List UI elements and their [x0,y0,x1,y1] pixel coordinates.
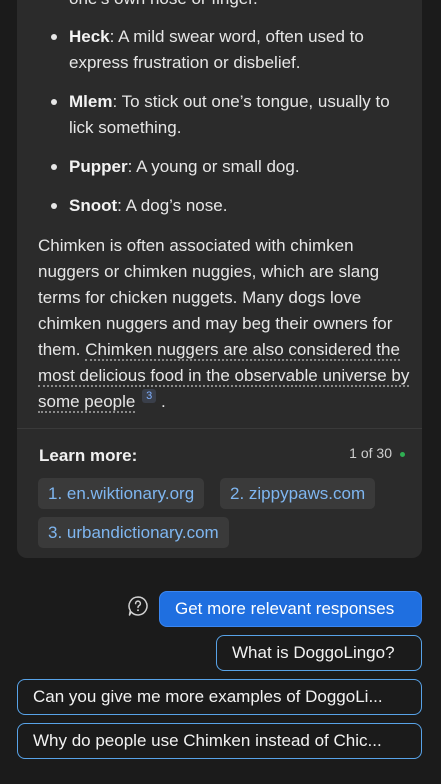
source-link-2[interactable]: 2. zippypaws.com [220,478,376,509]
citation-marker[interactable]: 3 [142,389,157,403]
list-item-mlem: Mlem: To stick out one’s tongue, usually… [51,89,405,141]
definition: : To stick out one’s tongue, usually to … [69,92,390,137]
response-counter: 1 of 30 [349,445,392,461]
response-card: one’s own nose or finger. Heck: A mild s… [17,0,422,558]
get-relevant-responses-button[interactable]: Get more relevant responses [159,591,422,627]
definition: : A mild swear word, often used to expre… [69,27,364,72]
source-link-3[interactable]: 3. urbandictionary.com [38,517,229,548]
cited-sentence[interactable]: Chimken nuggers are also considered the … [38,340,410,413]
suggestion-why-chimken[interactable]: Why do people use Chimken instead of Chi… [17,723,422,759]
source-link-1[interactable]: 1. en.wiktionary.org [38,478,205,509]
term: Mlem [69,92,113,111]
response-paragraph: Chimken is often associated with chimken… [38,233,413,415]
bullet-dot [51,99,57,105]
bullet-dot [51,203,57,209]
status-dot [400,452,405,457]
term: Pupper [69,157,128,176]
question-bubble-icon[interactable] [127,595,149,617]
bullet-dot [51,34,57,40]
partial-line-text: one’s own nose or finger. [69,0,258,8]
suggestion-more-examples[interactable]: Can you give me more examples of DoggoLi… [17,679,422,715]
list-item-heck: Heck: A mild swear word, often used to e… [51,24,405,76]
learn-more-label: Learn more: [39,446,138,465]
list-item-snoot: Snoot: A dog’s nose. [51,193,405,219]
suggestion-what-is-doggolingo[interactable]: What is DoggoLingo? [216,635,422,671]
divider [17,428,422,429]
list-item-pupper: Pupper: A young or small dog. [51,154,405,180]
definition: : A young or small dog. [127,157,300,176]
paragraph-end: . [160,392,166,411]
term: Heck [69,27,110,46]
definition: : A dog’s nose. [117,196,228,215]
term: Snoot [69,196,118,215]
bullet-dot [51,164,57,170]
list-item-partial: one’s own nose or finger. [69,0,405,12]
